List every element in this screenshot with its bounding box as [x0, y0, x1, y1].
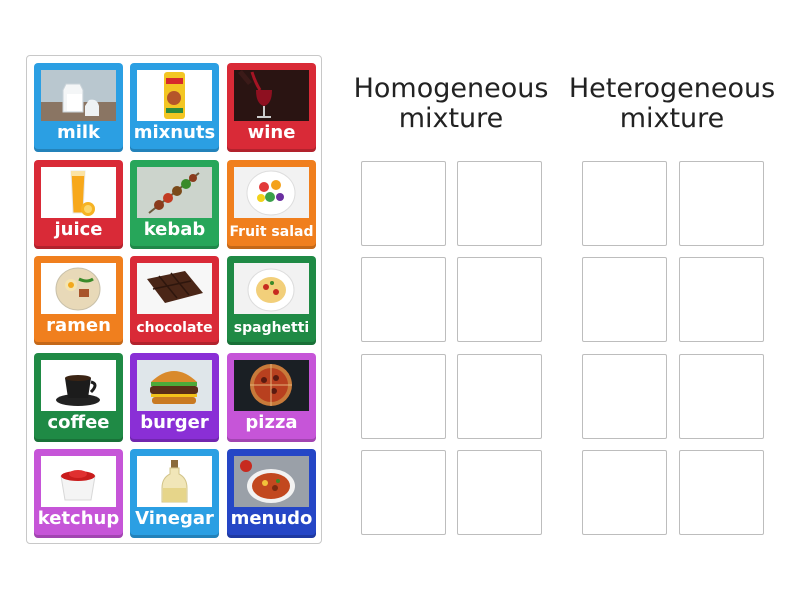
card-label: burger	[140, 412, 209, 433]
card-label: mixnuts	[133, 122, 216, 143]
homogeneous-drop-slot[interactable]	[361, 257, 446, 342]
card-menudo[interactable]: menudo	[227, 449, 316, 538]
card-wine[interactable]: wine	[227, 63, 316, 152]
burger-icon	[137, 360, 212, 411]
pizza-icon	[234, 360, 309, 411]
card-label: milk	[56, 122, 101, 143]
coffee-icon	[41, 360, 116, 411]
heterogeneous-drop-slot[interactable]	[679, 257, 764, 342]
group-title-line1: Homogeneous	[353, 73, 549, 104]
card-fruit-salad[interactable]: Fruit salad	[227, 160, 316, 249]
card-label: Vinegar	[135, 508, 214, 529]
card-vinegar[interactable]: Vinegar	[130, 449, 219, 538]
mixnuts-icon	[137, 70, 212, 121]
card-milk[interactable]: milk	[34, 63, 123, 152]
group-heading-heterogeneous: Heterogeneous mixture	[566, 74, 778, 134]
card-label: Fruit salad	[229, 224, 314, 240]
heterogeneous-drop-slot[interactable]	[582, 354, 667, 439]
card-kebab[interactable]: kebab	[130, 160, 219, 249]
card-label: chocolate	[136, 320, 213, 336]
vinegar-icon	[137, 456, 212, 507]
homogeneous-drop-slot[interactable]	[457, 450, 542, 535]
heterogeneous-drop-slot[interactable]	[679, 450, 764, 535]
card-label: wine	[247, 122, 296, 143]
card-burger[interactable]: burger	[130, 353, 219, 442]
card-pizza[interactable]: pizza	[227, 353, 316, 442]
homogeneous-drop-slot[interactable]	[457, 161, 542, 246]
card-label: pizza	[245, 412, 298, 433]
homogeneous-drop-slot[interactable]	[361, 161, 446, 246]
heterogeneous-drop-slot[interactable]	[582, 257, 667, 342]
menudo-icon	[234, 456, 309, 507]
group-heading-homogeneous: Homogeneous mixture	[345, 74, 557, 134]
milk-icon	[41, 70, 116, 121]
card-label: juice	[54, 219, 103, 240]
wine-icon	[234, 70, 309, 121]
card-label: spaghetti	[233, 320, 310, 336]
homogeneous-drop-slot[interactable]	[457, 354, 542, 439]
ketchup-icon	[41, 456, 116, 507]
heterogeneous-drop-slot[interactable]	[679, 161, 764, 246]
homogeneous-drop-slot[interactable]	[361, 354, 446, 439]
ramen-icon	[41, 263, 116, 314]
heterogeneous-drop-slot[interactable]	[582, 161, 667, 246]
homogeneous-drop-slot[interactable]	[361, 450, 446, 535]
juice-icon	[41, 167, 116, 218]
card-label: ramen	[46, 315, 111, 336]
card-ketchup[interactable]: ketchup	[34, 449, 123, 538]
spaghetti-icon	[234, 263, 309, 314]
group-title-line1: Heterogeneous	[568, 73, 776, 104]
heterogeneous-drop-slot[interactable]	[582, 450, 667, 535]
card-label: ketchup	[37, 508, 120, 529]
kebab-icon	[137, 167, 212, 218]
card-label: menudo	[230, 508, 313, 529]
heterogeneous-drop-slot[interactable]	[679, 354, 764, 439]
fruit-salad-icon	[234, 167, 309, 218]
group-title-line2: mixture	[619, 103, 725, 134]
card-coffee[interactable]: coffee	[34, 353, 123, 442]
card-label: coffee	[47, 412, 110, 433]
card-chocolate[interactable]: chocolate	[130, 256, 219, 345]
card-juice[interactable]: juice	[34, 160, 123, 249]
homogeneous-drop-slot[interactable]	[457, 257, 542, 342]
card-tray: milk mixnuts wine juice kebab Fruit sala…	[26, 55, 322, 544]
card-mixnuts[interactable]: mixnuts	[130, 63, 219, 152]
group-title-line2: mixture	[398, 103, 504, 134]
card-ramen[interactable]: ramen	[34, 256, 123, 345]
chocolate-icon	[137, 263, 212, 314]
card-spaghetti[interactable]: spaghetti	[227, 256, 316, 345]
card-label: kebab	[143, 219, 206, 240]
